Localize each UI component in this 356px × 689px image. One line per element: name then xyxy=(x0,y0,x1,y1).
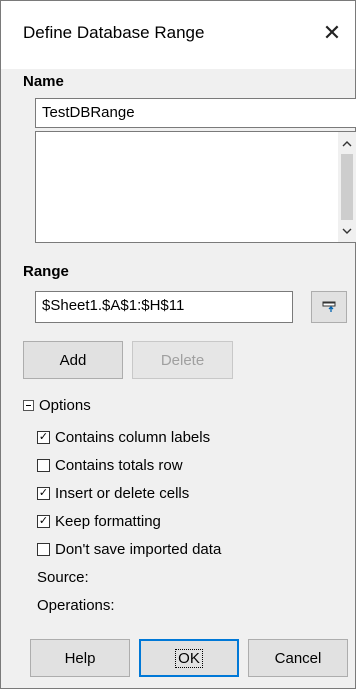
scroll-thumb[interactable] xyxy=(341,154,353,220)
shrink-button[interactable] xyxy=(311,291,347,323)
checkmark-icon: ✓ xyxy=(37,431,50,444)
operations-label: Operations: xyxy=(37,597,115,614)
add-button-label: Add xyxy=(59,351,87,369)
add-button[interactable]: Add xyxy=(23,341,123,379)
checkbox-label: Keep formatting xyxy=(55,513,161,530)
options-expander[interactable]: Options xyxy=(23,397,91,414)
checkmark-icon: ✓ xyxy=(37,487,50,500)
contains-totals-row-checkbox[interactable]: Contains totals row xyxy=(37,457,183,474)
range-section-label: Range xyxy=(23,263,69,280)
range-input-value: $Sheet1.$A$1:$H$11 xyxy=(42,297,185,314)
name-input-value: TestDBRange xyxy=(42,104,135,121)
ok-button[interactable]: OK xyxy=(139,639,239,677)
list-scrollbar[interactable] xyxy=(338,132,356,242)
name-section-label: Name xyxy=(23,73,64,90)
chevron-up-icon[interactable] xyxy=(338,134,356,152)
close-icon: ✕ xyxy=(322,20,342,45)
title-bar: Define Database Range ✕ xyxy=(1,1,355,69)
range-input[interactable]: $Sheet1.$A$1:$H$11 xyxy=(35,291,293,323)
insert-or-delete-cells-checkbox[interactable]: ✓ Insert or delete cells xyxy=(37,485,189,502)
collapse-icon xyxy=(23,400,34,411)
checkbox-label: Insert or delete cells xyxy=(55,485,190,502)
help-button[interactable]: Help xyxy=(30,639,130,677)
checkbox-empty xyxy=(37,459,50,472)
source-label: Source: xyxy=(37,569,89,586)
checkbox-label: Contains totals row xyxy=(55,457,183,474)
options-label: Options xyxy=(39,397,91,414)
checkmark-icon: ✓ xyxy=(37,515,50,528)
name-input[interactable]: TestDBRange xyxy=(35,98,356,128)
delete-button-label: Delete xyxy=(160,351,205,369)
cancel-button[interactable]: Cancel xyxy=(248,639,348,677)
dialog-title: Define Database Range xyxy=(23,23,205,42)
keep-formatting-checkbox[interactable]: ✓ Keep formatting xyxy=(37,513,161,530)
checkbox-empty xyxy=(37,543,50,556)
dont-save-imported-data-checkbox[interactable]: Don't save imported data xyxy=(37,541,221,558)
help-button-label: Help xyxy=(64,649,96,667)
ok-button-label: OK xyxy=(175,648,203,668)
shrink-dialog-icon xyxy=(322,301,336,312)
cancel-button-label: Cancel xyxy=(274,649,322,667)
chevron-down-icon[interactable] xyxy=(338,222,356,240)
delete-button[interactable]: Delete xyxy=(132,341,233,379)
database-range-list[interactable] xyxy=(35,131,356,243)
contains-column-labels-checkbox[interactable]: ✓ Contains column labels xyxy=(37,429,210,446)
define-database-range-dialog: Define Database Range ✕ Name TestDBRange… xyxy=(0,0,356,689)
checkbox-label: Contains column labels xyxy=(55,429,211,446)
close-button[interactable]: ✕ xyxy=(315,16,349,50)
checkbox-label: Don't save imported data xyxy=(55,541,222,558)
